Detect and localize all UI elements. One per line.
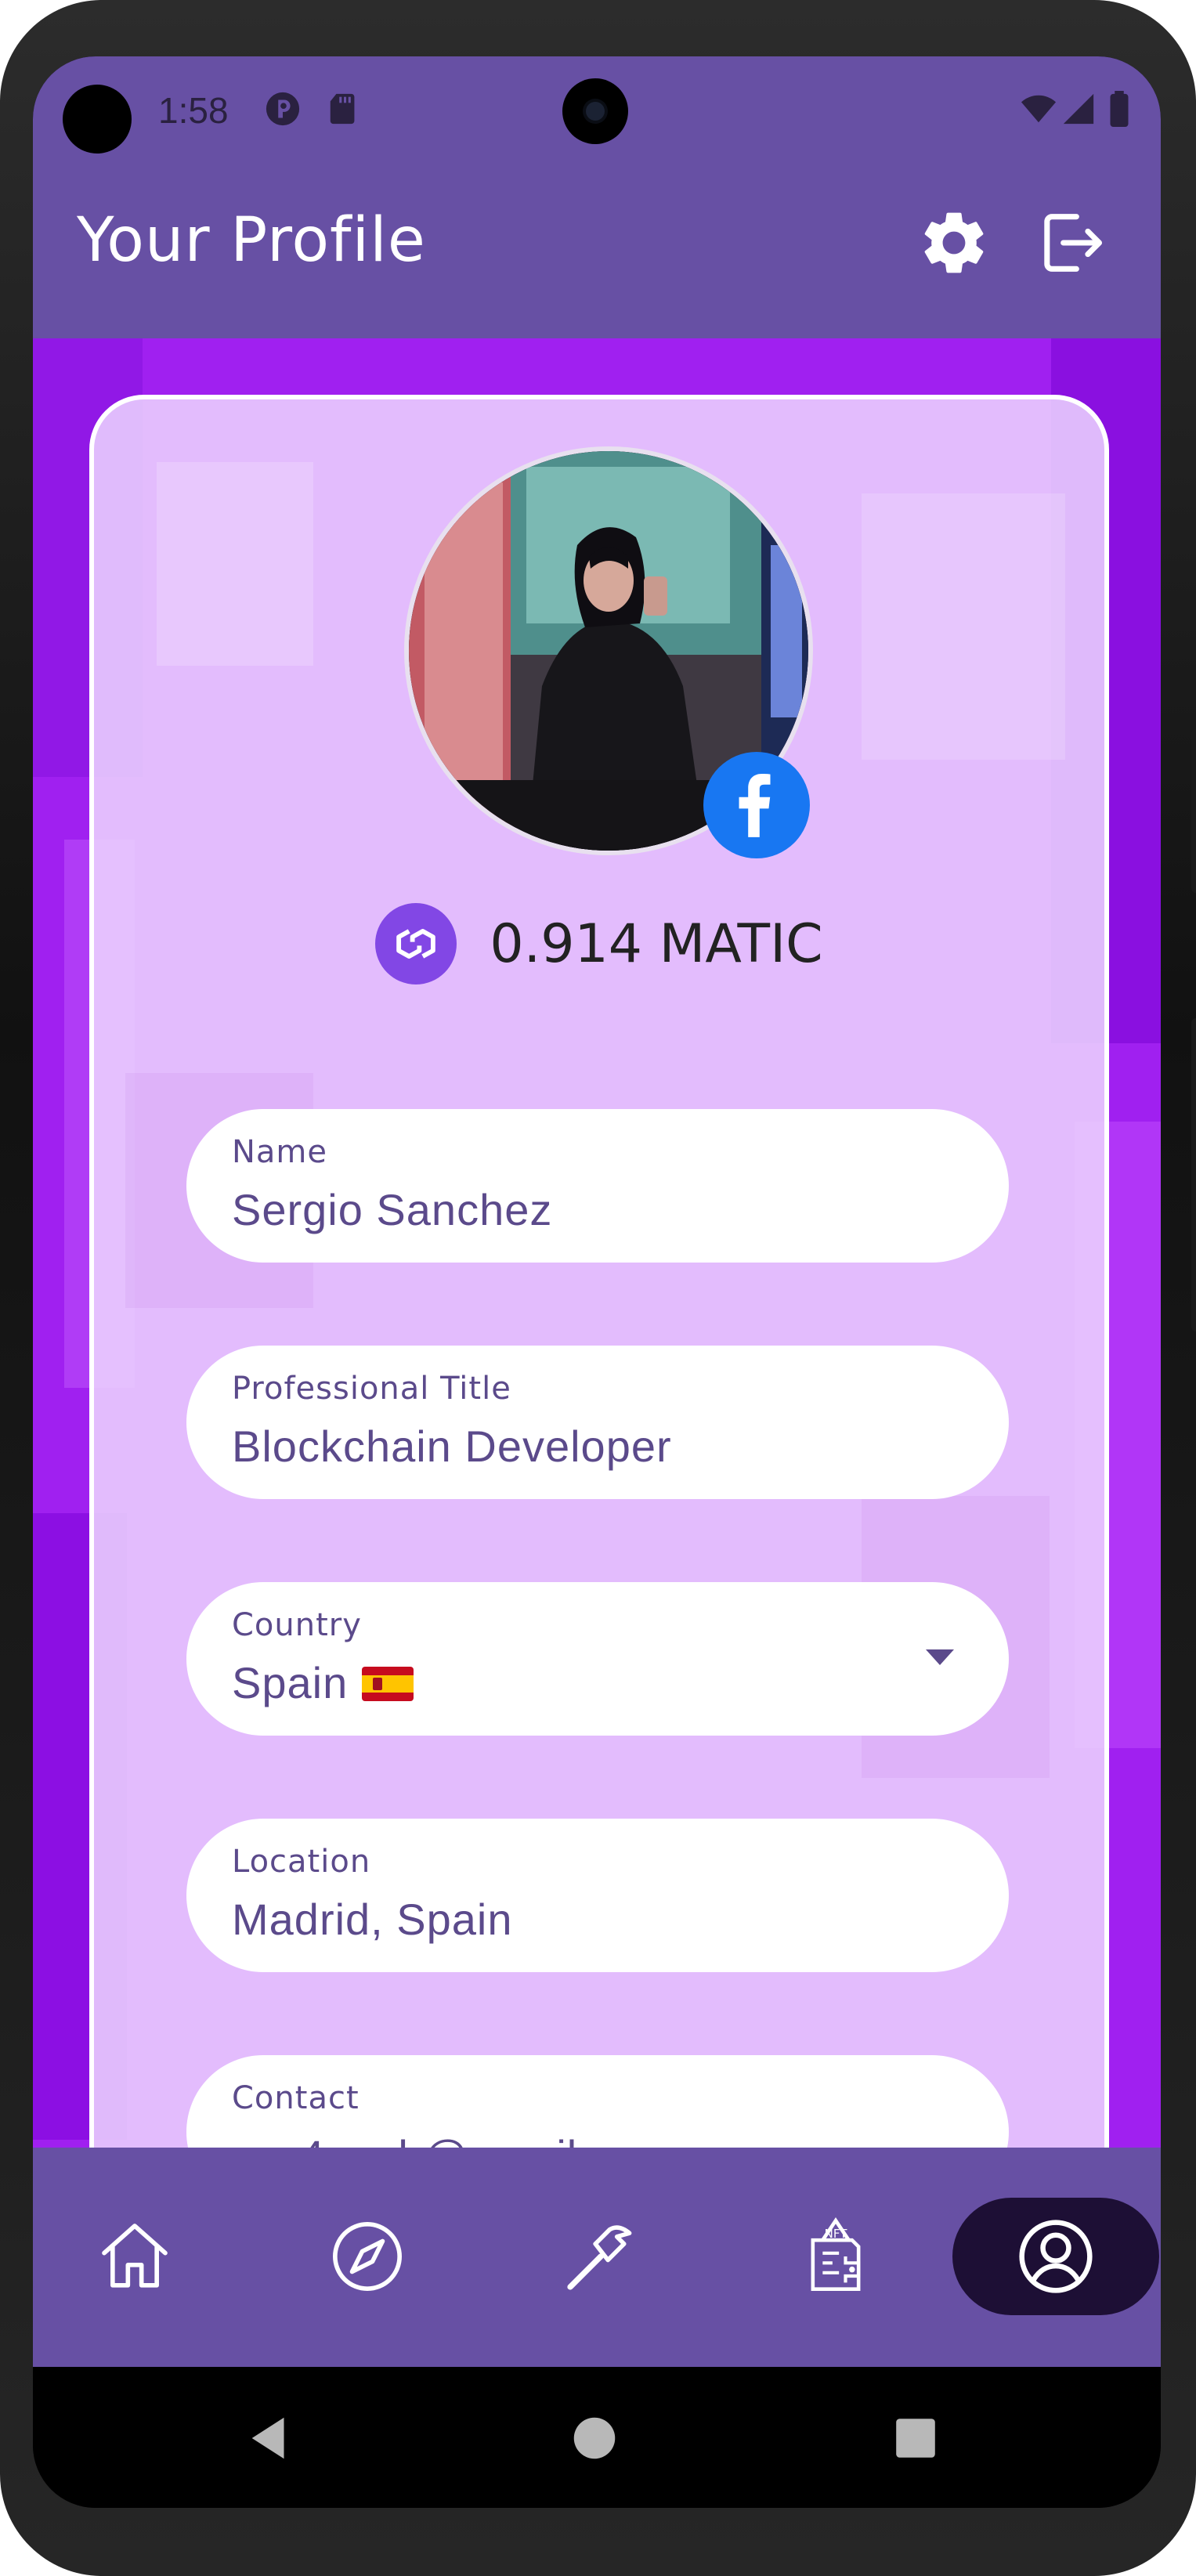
volume-button [1191,728,1196,893]
cellular-signal-icon [1063,93,1094,125]
nav-profile[interactable] [952,2198,1159,2315]
status-time: 1:58 [158,90,229,131]
spain-flag-icon [362,1667,414,1701]
logout-button[interactable] [1024,197,1115,288]
profile-icon [1019,2220,1093,2293]
camera-dot [63,85,132,154]
professional-title-value: Blockchain Developer [232,1422,672,1471]
card-pattern [862,493,1065,760]
front-camera [562,78,628,144]
status-bar: 1:58 [33,56,1161,166]
profile-card: 0.914 MATIC Name Sergio Sanchez Professi… [89,395,1109,2148]
facebook-badge[interactable] [703,752,810,858]
polygon-matic-icon [375,903,457,985]
country-label: Country [232,1607,362,1643]
country-value: Spain [232,1658,349,1707]
country-dropdown[interactable]: Country Spain [186,1582,1009,1736]
name-field[interactable]: Name Sergio Sanchez [186,1109,1009,1263]
home-button-icon[interactable] [567,2411,622,2466]
name-value: Sergio Sanchez [232,1185,553,1234]
settings-gear-icon [924,212,984,273]
phone-frame: 1:58 Your Profile 0.914 MATIC Name Sergi… [0,0,1196,2576]
nav-home[interactable] [76,2198,193,2315]
nav-explore[interactable] [309,2198,426,2315]
polygon-matic-glyph [396,929,436,959]
facebook-icon [739,774,771,837]
svg-text:NFT: NFT [825,2227,848,2241]
chevron-down-icon[interactable] [926,1649,954,1665]
app-bar: Your Profile [33,166,1161,338]
recents-icon[interactable] [888,2411,943,2466]
sd-card-icon [330,93,355,125]
card-pattern [157,462,313,666]
contact-label: Contact [232,2080,360,2116]
nav-nft-wallet[interactable]: NFT [777,2198,894,2315]
location-label: Location [232,1844,371,1880]
location-field[interactable]: Location Madrid, Spain [186,1819,1009,1972]
explore-compass-icon [333,2222,402,2291]
name-label: Name [232,1134,328,1170]
profile-content[interactable]: 0.914 MATIC Name Sergio Sanchez Professi… [33,338,1161,2148]
nft-wallet-icon: NFT [811,2217,861,2291]
settings-button[interactable] [909,197,999,288]
logout-icon [1044,214,1103,272]
app-notification-icon [266,92,300,126]
page-title: Your Profile [77,205,426,276]
country-value-wrap: Spain [232,1657,414,1708]
home-icon [102,2224,168,2288]
professional-title-field[interactable]: Professional Title Blockchain Developer [186,1346,1009,1499]
matic-balance: 0.914 MATIC [490,912,823,975]
avatar-container[interactable] [404,446,813,858]
wifi-icon [1021,95,1057,123]
professional-title-label: Professional Title [232,1371,511,1407]
build-hammer-icon [567,2225,632,2290]
wallet-balance: 0.914 MATIC [94,901,1104,987]
contact-value: sss4esob@gmail.com [232,2130,676,2148]
bottom-navigation: NFT [33,2148,1161,2367]
power-button [1191,1018,1196,1331]
back-icon[interactable] [243,2411,298,2466]
system-navigation-bar [33,2367,1161,2508]
battery-icon [1110,91,1129,127]
location-value: Madrid, Spain [232,1895,513,1944]
screen: 1:58 Your Profile 0.914 MATIC Name Sergi… [33,56,1161,2508]
contact-field[interactable]: Contact sss4esob@gmail.com [186,2055,1009,2148]
nav-build[interactable] [542,2198,659,2315]
